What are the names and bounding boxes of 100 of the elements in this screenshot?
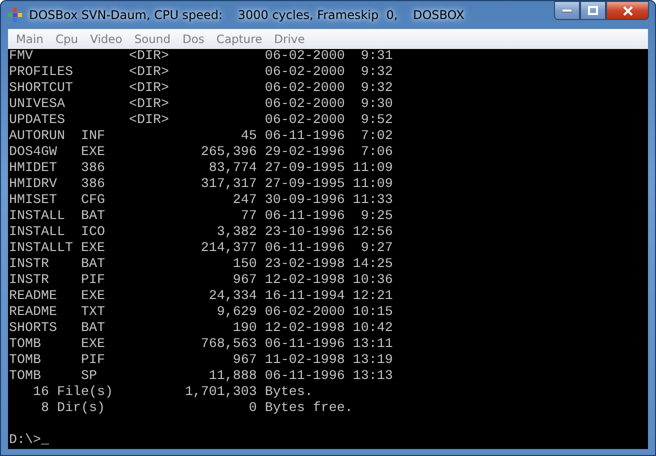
text-cursor: _ <box>41 433 49 448</box>
menu-item[interactable]: Cpu <box>49 32 84 46</box>
file-date: 06-02-2000 <box>264 81 345 97</box>
file-size: 77 <box>240 209 257 225</box>
file-size: 214,377 <box>200 241 257 257</box>
close-button[interactable] <box>606 1 649 20</box>
dir-label: <DIR> <box>128 65 170 81</box>
minimize-icon <box>562 8 572 12</box>
file-name: HMIDRV <box>9 177 58 193</box>
file-date: 06-11-1996 <box>264 209 345 225</box>
file-date: 27-09-1995 <box>264 161 345 177</box>
menu-item[interactable]: Main <box>10 32 50 46</box>
file-name: AUTORUN <box>9 129 66 145</box>
file-time: 13:11 <box>352 337 393 353</box>
dir-label: <DIR> <box>128 113 170 129</box>
file-size: 11,888 <box>208 369 257 385</box>
file-name: README <box>9 289 58 305</box>
file-size: 83,774 <box>208 161 257 177</box>
file-date: 11-02-1998 <box>264 353 345 369</box>
file-time: 9:30 <box>360 97 393 113</box>
file-date: 06-02-2000 <box>264 65 345 81</box>
file-name: SHORTS <box>9 321 58 337</box>
file-time: 9:25 <box>360 209 393 225</box>
file-date: 06-02-2000 <box>264 49 345 65</box>
file-name: README <box>9 305 58 321</box>
file-name: SHORTCUT <box>9 81 74 97</box>
file-name: UPDATES <box>9 113 66 129</box>
file-time: 9:52 <box>360 113 393 129</box>
file-date: 06-11-1996 <box>264 369 345 385</box>
file-extension: EXE <box>80 145 106 161</box>
file-date: 27-09-1995 <box>264 177 345 193</box>
summary-count: 16 <box>32 385 49 401</box>
file-extension: BAT <box>80 257 106 273</box>
file-extension: SP <box>80 369 98 385</box>
file-date: 06-11-1996 <box>264 337 345 353</box>
file-name: FMV <box>9 49 34 65</box>
file-name: TOMB <box>9 337 42 353</box>
menu-item[interactable]: Sound <box>128 32 177 46</box>
file-time: 11:09 <box>352 161 393 177</box>
file-size: 190 <box>232 321 257 337</box>
dir-label: <DIR> <box>128 49 170 65</box>
file-size: 150 <box>232 257 257 273</box>
menu-item[interactable]: Drive <box>268 32 311 46</box>
file-time: 14:25 <box>352 257 393 273</box>
file-date: 12-02-1998 <box>264 321 345 337</box>
maximize-icon <box>588 6 598 15</box>
file-size: 247 <box>232 193 257 209</box>
dir-label: <DIR> <box>128 81 170 97</box>
file-name: TOMB <box>9 353 42 369</box>
file-name: UNIVESA <box>9 97 66 113</box>
file-size: 3,382 <box>216 225 257 241</box>
file-date: 29-02-1996 <box>264 145 345 161</box>
maximize-button[interactable] <box>580 1 606 20</box>
file-date: 06-02-2000 <box>264 97 345 113</box>
file-extension: 386 <box>80 161 106 177</box>
window-title: DOSBox SVN-Daum, CPU speed: 3000 cycles, Frameskip 0, DOSBOX <box>29 8 466 22</box>
file-name: PROFILES <box>9 65 74 81</box>
file-date: 06-02-2000 <box>264 113 345 129</box>
close-icon <box>622 6 632 16</box>
menu-item[interactable]: Video <box>84 32 128 46</box>
file-size: 265,396 <box>200 145 257 161</box>
file-name: INSTR <box>9 273 50 289</box>
file-date: 06-02-2000 <box>264 305 345 321</box>
summary-bytes: 1,701,303 <box>184 385 257 401</box>
file-time: 10:36 <box>352 273 393 289</box>
file-name: INSTALL <box>9 209 66 225</box>
file-time: 11:09 <box>352 177 393 193</box>
file-extension: EXE <box>80 241 106 257</box>
minimize-button[interactable] <box>554 1 580 20</box>
file-extension: BAT <box>80 321 106 337</box>
file-time: 10:15 <box>352 305 393 321</box>
menu-item[interactable]: Dos <box>176 32 210 46</box>
file-size: 45 <box>240 129 257 145</box>
file-extension: EXE <box>80 289 106 305</box>
file-time: 9:27 <box>360 241 393 257</box>
file-extension: INF <box>80 129 106 145</box>
file-name: INSTR <box>9 257 50 273</box>
summary-label: File(s) <box>56 385 114 401</box>
file-date: 12-02-1998 <box>264 273 345 289</box>
app-logo-icon <box>7 7 23 24</box>
file-name: DOS4GW <box>9 145 58 161</box>
file-extension: ICO <box>80 225 106 241</box>
file-time: 11:33 <box>352 193 393 209</box>
menu-item[interactable]: Capture <box>210 32 268 46</box>
file-time: 9:32 <box>360 81 393 97</box>
file-date: 16-11-1994 <box>264 289 345 305</box>
file-name: HMIDET <box>9 161 58 177</box>
file-size: 9,629 <box>216 305 257 321</box>
file-name: INSTALLT <box>9 241 74 257</box>
file-time: 7:06 <box>360 145 393 161</box>
file-extension: PIF <box>80 353 106 369</box>
file-date: 06-11-1996 <box>264 241 345 257</box>
summary-unit: Bytes. <box>264 385 314 401</box>
file-size: 967 <box>232 353 257 369</box>
file-time: 9:31 <box>360 49 393 65</box>
summary-bytes: 0 <box>248 401 257 417</box>
file-date: 06-11-1996 <box>264 129 345 145</box>
file-extension: 386 <box>80 177 106 193</box>
file-size: 967 <box>232 273 257 289</box>
file-time: 12:21 <box>352 289 393 305</box>
